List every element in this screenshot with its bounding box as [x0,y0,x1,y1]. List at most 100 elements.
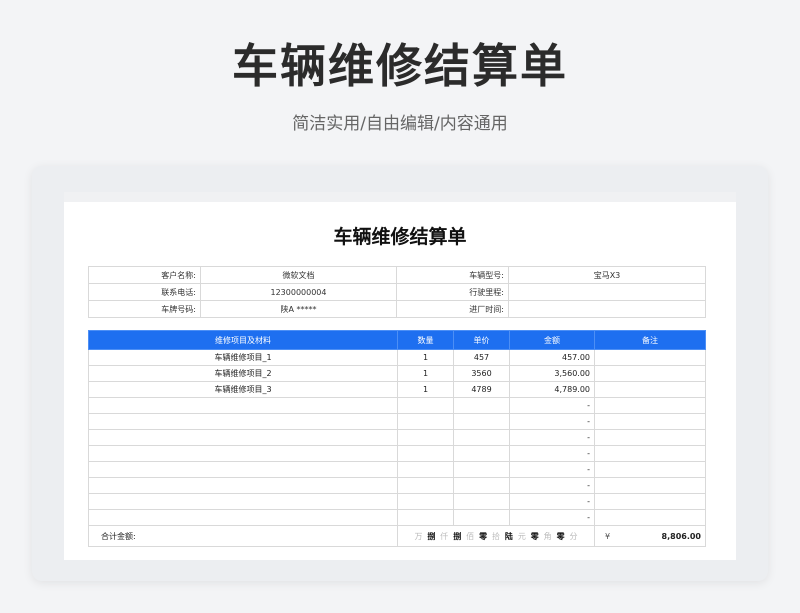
price-cell[interactable] [453,509,510,526]
total-amount: 8,806.00 [661,531,701,541]
amount-cell[interactable]: - [509,445,595,462]
items-body: 车辆维修项目_1 1 457 457.00 车辆维修项目_2 1 3560 3,560.00 车… [88,349,706,547]
table-row: - [88,445,706,462]
amount-cell[interactable]: 457.00 [509,349,595,366]
total-chinese-unit: 分 [569,531,578,541]
total-chinese-digit: 零 [479,531,488,541]
info-row: 客户名称: 微软文档 车辆型号: 宝马X3 [88,266,706,284]
entry-time-value[interactable] [508,300,706,318]
qty-cell[interactable]: 1 [397,349,454,366]
phone-value[interactable]: 12300000004 [200,283,397,301]
mileage-label: 行驶里程: [396,283,509,301]
note-cell[interactable] [594,365,706,382]
header-price: 单价 [453,330,510,350]
total-chinese-unit: 万 [414,531,423,541]
model-label: 车辆型号: [396,266,509,284]
total-chinese-unit: 元 [517,531,526,541]
item-cell[interactable] [88,461,398,478]
total-chinese-unit: 拾 [491,531,500,541]
note-cell[interactable] [594,461,706,478]
amount-cell[interactable]: - [509,493,595,510]
header-qty: 数量 [397,330,454,350]
table-row: - [88,413,706,430]
note-cell[interactable] [594,413,706,430]
table-row: - [88,397,706,414]
item-cell[interactable] [88,445,398,462]
items-header-row: 维修项目及材料 数量 单价 金额 备注 [88,330,706,350]
table-row: - [88,477,706,494]
note-cell[interactable] [594,493,706,510]
item-cell[interactable]: 车辆维修项目_2 [88,365,398,382]
amount-cell[interactable]: 4,789.00 [509,381,595,398]
price-cell[interactable]: 4789 [453,381,510,398]
note-cell[interactable] [594,349,706,366]
price-cell[interactable] [453,493,510,510]
phone-label: 联系电话: [88,283,201,301]
qty-cell[interactable]: 1 [397,365,454,382]
qty-cell[interactable] [397,493,454,510]
qty-cell[interactable] [397,429,454,446]
currency-symbol: ¥ [605,531,611,541]
qty-cell[interactable] [397,509,454,526]
qty-cell[interactable]: 1 [397,381,454,398]
price-cell[interactable] [453,445,510,462]
amount-cell[interactable]: - [509,477,595,494]
model-value[interactable]: 宝马X3 [508,266,706,284]
total-amount-cell: ¥8,806.00 [594,525,706,547]
customer-value[interactable]: 微软文档 [200,266,397,284]
item-cell[interactable]: 车辆维修项目_1 [88,349,398,366]
entry-time-label: 进厂时间: [396,300,509,318]
total-chinese-digit: 捌 [453,531,462,541]
qty-cell[interactable] [397,477,454,494]
note-cell[interactable] [594,445,706,462]
total-label: 合计金额: [88,525,398,547]
item-cell[interactable] [88,493,398,510]
total-row: 合计金额: 万捌仟捌佰零拾陆元零角零分 ¥8,806.00 [88,525,706,547]
plate-value[interactable]: 陕A ***** [200,300,397,318]
item-cell[interactable]: 车辆维修项目_3 [88,381,398,398]
item-cell[interactable] [88,397,398,414]
qty-cell[interactable] [397,413,454,430]
amount-cell[interactable]: - [509,413,595,430]
total-chinese-unit: 角 [543,531,552,541]
info-row: 车牌号码: 陕A ***** 进厂时间: [88,300,706,318]
qty-cell[interactable] [397,445,454,462]
page-title: 车辆维修结算单 [232,39,568,93]
header-amount: 金额 [509,330,595,350]
note-cell[interactable] [594,397,706,414]
item-cell[interactable] [88,477,398,494]
amount-cell[interactable]: - [509,397,595,414]
price-cell[interactable] [453,429,510,446]
table-row: - [88,461,706,478]
note-cell[interactable] [594,477,706,494]
price-cell[interactable]: 3560 [453,365,510,382]
document-title: 车辆维修结算单 [333,226,467,248]
table-row: - [88,509,706,526]
plate-label: 车牌号码: [88,300,201,318]
item-cell[interactable] [88,429,398,446]
amount-cell[interactable]: 3,560.00 [509,365,595,382]
price-cell[interactable]: 457 [453,349,510,366]
amount-cell[interactable]: - [509,509,595,526]
qty-cell[interactable] [397,397,454,414]
note-cell[interactable] [594,381,706,398]
price-cell[interactable] [453,477,510,494]
item-cell[interactable] [88,509,398,526]
total-chinese-amount: 万捌仟捌佰零拾陆元零角零分 [397,525,595,547]
table-row: 车辆维修项目_2 1 3560 3,560.00 [88,365,706,382]
amount-cell[interactable]: - [509,429,595,446]
document-sheet: 车辆维修结算单 客户名称: 微软文档 车辆型号: 宝马X3 联系电话: 1230… [64,192,736,560]
mileage-value[interactable] [508,283,706,301]
customer-label: 客户名称: [88,266,201,284]
amount-cell[interactable]: - [509,461,595,478]
price-cell[interactable] [453,413,510,430]
price-cell[interactable] [453,461,510,478]
qty-cell[interactable] [397,461,454,478]
header-item: 维修项目及材料 [88,330,398,350]
note-cell[interactable] [594,429,706,446]
item-cell[interactable] [88,413,398,430]
price-cell[interactable] [453,397,510,414]
note-cell[interactable] [594,509,706,526]
info-table: 客户名称: 微软文档 车辆型号: 宝马X3 联系电话: 12300000004 … [88,266,706,318]
total-chinese-digit: 零 [556,531,565,541]
